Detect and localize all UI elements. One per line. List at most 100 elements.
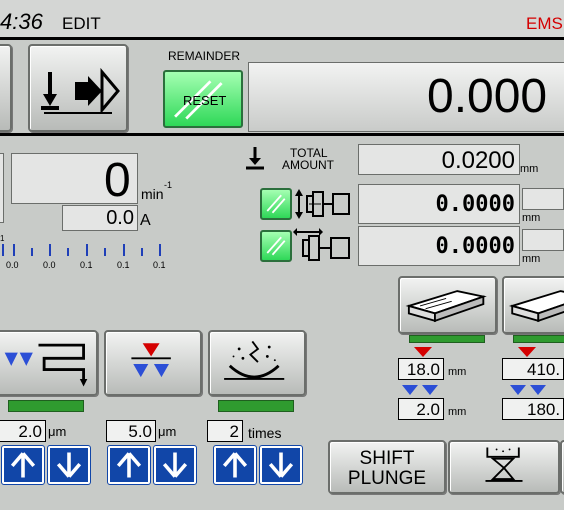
cycle-1-down-button[interactable] bbox=[47, 445, 91, 485]
feed-down-icon bbox=[246, 147, 264, 170]
cycle-value-3-text: 2 bbox=[229, 422, 239, 441]
bar-2-indicator bbox=[513, 335, 564, 343]
axis-1-chuck-icon bbox=[295, 189, 350, 219]
left-edge-button[interactable] bbox=[0, 44, 12, 132]
remainder-display: 0.000 bbox=[248, 62, 564, 132]
param-upper-2-value: 410. bbox=[527, 360, 561, 379]
total-amount-value: 0.0200 bbox=[441, 147, 515, 174]
limit-icon bbox=[131, 343, 171, 378]
bar-workpiece-button-2[interactable] bbox=[502, 276, 564, 334]
param-lower-1-unit: mm bbox=[448, 406, 467, 418]
right-edge-button[interactable] bbox=[560, 440, 564, 494]
axis-2-select-button[interactable] bbox=[260, 230, 292, 262]
axis-1-value: 0.0000 bbox=[435, 192, 515, 217]
param-upper-1-unit: mm bbox=[448, 366, 467, 378]
cycle-2-down-button[interactable] bbox=[153, 445, 197, 485]
axis-2-chuck-icon bbox=[293, 228, 350, 261]
coolant-icon bbox=[485, 447, 523, 482]
cycle-value-2-text: 5.0 bbox=[128, 422, 152, 441]
cycle-value-3[interactable]: 2 bbox=[207, 420, 243, 442]
mode-label: EDIT bbox=[62, 14, 101, 33]
workpiece-bar-icon bbox=[405, 290, 487, 323]
spindle-speed-value: 0 bbox=[104, 154, 131, 207]
current-unit: A bbox=[140, 212, 151, 229]
axis-1-stripes-icon bbox=[266, 194, 286, 214]
cycle-value-3-unit: times bbox=[248, 425, 282, 441]
ems-status: EMS bbox=[526, 14, 563, 33]
total-amount-unit: mm bbox=[520, 163, 539, 175]
clock-time: 4:36 bbox=[0, 9, 43, 34]
axis-2-display: 0.0000 bbox=[358, 226, 520, 266]
axis-1-display: 0.0000 bbox=[358, 184, 520, 224]
param-lower-1-value: 2.0 bbox=[416, 400, 440, 419]
param-lower-2-value: 180. bbox=[527, 400, 561, 419]
reset-button[interactable]: RESET bbox=[163, 70, 243, 128]
lower-limit-marker-icon bbox=[402, 385, 438, 395]
arrow-down-icon bbox=[56, 452, 82, 478]
scale-tick-label: 0.0 bbox=[6, 260, 19, 270]
total-amount-display: 0.0200 bbox=[358, 144, 520, 175]
lower-limit-marker-icon bbox=[510, 385, 546, 395]
cycle-1-up-button[interactable] bbox=[1, 445, 45, 485]
section-divider bbox=[0, 133, 564, 136]
spark-out-button[interactable] bbox=[208, 330, 306, 396]
axis-1-unit: mm bbox=[522, 212, 541, 224]
cycle-3-up-button[interactable] bbox=[213, 445, 257, 485]
cycle-2-up-button[interactable] bbox=[107, 445, 151, 485]
limit-setting-button[interactable] bbox=[104, 330, 202, 396]
upper-limit-marker-icon bbox=[518, 347, 536, 357]
arrow-up-icon bbox=[116, 452, 142, 478]
axis-1-side-display bbox=[522, 188, 564, 210]
axis-2-unit: mm bbox=[522, 253, 541, 265]
spindle-speed-display: 0 bbox=[11, 153, 138, 207]
bar-workpiece-button-1[interactable] bbox=[398, 276, 497, 334]
arrow-down-icon bbox=[162, 452, 188, 478]
scale-tick-label: 0.0 bbox=[43, 260, 56, 270]
coolant-button[interactable] bbox=[448, 440, 560, 494]
param-lower-1[interactable]: 2.0 bbox=[398, 398, 444, 420]
cycle-value-1[interactable]: 2.0 bbox=[0, 420, 46, 442]
param-upper-2[interactable]: 410. bbox=[502, 358, 564, 380]
cycle-value-1-text: 2.0 bbox=[18, 422, 42, 441]
approach-button[interactable] bbox=[28, 44, 128, 132]
arrow-up-icon bbox=[222, 452, 248, 478]
speed-unit-exponent: -1 bbox=[164, 180, 173, 190]
shift-plunge-label-line2: PLUNGE bbox=[347, 468, 427, 489]
spark-out-icon bbox=[224, 340, 285, 380]
left-edge-panel bbox=[0, 153, 4, 223]
oscillation-button[interactable] bbox=[0, 330, 98, 396]
remainder-value: 0.000 bbox=[427, 70, 548, 123]
scale-tick-label: 0.1 bbox=[153, 260, 166, 270]
axis-2-side-display bbox=[522, 229, 564, 251]
axis-1-select-button[interactable] bbox=[260, 188, 292, 220]
param-upper-1-value: 18.0 bbox=[406, 360, 440, 379]
arrow-up-icon bbox=[10, 452, 36, 478]
scale-tick-label: 0.1 bbox=[80, 260, 93, 270]
cycle-value-1-unit: μm bbox=[48, 424, 67, 439]
bar-1-indicator bbox=[409, 335, 485, 343]
cycle-value-2-unit: μm bbox=[158, 424, 177, 439]
top-bar: 4:36 EDIT EMS bbox=[0, 0, 564, 40]
scale-tick-label: 0.1 bbox=[117, 260, 130, 270]
axis-2-stripes-icon bbox=[266, 236, 286, 256]
speed-unit: min bbox=[141, 186, 164, 202]
arrow-down-icon bbox=[268, 452, 294, 478]
param-lower-2[interactable]: 180. bbox=[502, 398, 564, 420]
upper-limit-marker-icon bbox=[414, 347, 432, 357]
spark-out-indicator bbox=[218, 400, 294, 412]
current-value: 0.0 bbox=[106, 207, 134, 229]
shift-plunge-button[interactable]: SHIFT PLUNGE bbox=[328, 440, 446, 494]
shift-plunge-label-line1: SHIFT bbox=[359, 448, 415, 469]
scale-tick-labels: 0.0 0.0 0.1 0.1 0.1 bbox=[0, 260, 180, 272]
param-upper-1[interactable]: 18.0 bbox=[398, 358, 444, 380]
cycle-value-2[interactable]: 5.0 bbox=[106, 420, 156, 442]
current-display: 0.0 bbox=[62, 205, 138, 231]
oscillation-icon bbox=[4, 343, 88, 387]
remainder-label: REMAINDER bbox=[168, 49, 241, 63]
cycle-3-down-button[interactable] bbox=[259, 445, 303, 485]
reset-label: RESET bbox=[183, 93, 227, 108]
load-scale-ticks bbox=[2, 244, 161, 256]
approach-icon bbox=[41, 67, 120, 115]
total-label-line2: AMOUNT bbox=[282, 158, 334, 172]
workpiece-bar-icon bbox=[508, 290, 564, 323]
